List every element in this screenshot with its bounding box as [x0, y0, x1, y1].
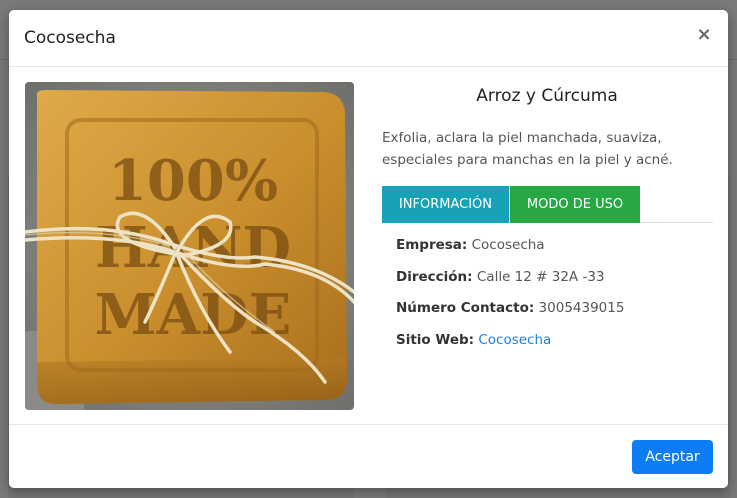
info-row-empresa: Empresa: Cocosecha: [396, 237, 716, 269]
modal-title: Cocosecha: [24, 28, 116, 48]
tab-informacion[interactable]: INFORMACIÓN: [382, 186, 509, 223]
product-name: Arroz y Cúrcuma: [476, 86, 618, 106]
svg-text:100%: 100%: [108, 148, 278, 214]
stamped-text: 100% HAND MADE: [95, 148, 292, 348]
direccion-label: Dirección:: [396, 268, 473, 285]
svg-text:HAND: HAND: [95, 215, 291, 281]
product-modal: Cocosecha × 100% HAND MADE Arroz y Cúrcu…: [9, 10, 728, 488]
modal-body: 100% HAND MADE Arroz y Cúrcuma Exfolia, …: [9, 67, 728, 425]
sitio-web-link[interactable]: Cocosecha: [478, 332, 551, 348]
modal-header: Cocosecha ×: [9, 10, 728, 67]
product-image: 100% HAND MADE: [25, 82, 354, 410]
sitio-web-label: Sitio Web:: [396, 331, 475, 348]
info-row-sitio-web: Sitio Web: Cocosecha: [396, 332, 716, 364]
direccion-value: Calle 12 # 32A -33: [476, 268, 605, 285]
empresa-value: Cocosecha: [471, 237, 545, 253]
info-row-contacto: Número Contacto: 3005439015: [396, 300, 716, 332]
tab-modo-de-uso[interactable]: MODO DE USO: [510, 186, 640, 223]
close-icon[interactable]: ×: [694, 24, 714, 46]
product-description: Exfolia, aclara la piel manchada, suaviz…: [382, 130, 673, 168]
accept-button[interactable]: Aceptar: [632, 440, 713, 474]
company-info-list: Empresa: Cocosecha Dirección: Calle 12 #…: [396, 237, 716, 363]
info-row-direccion: Dirección: Calle 12 # 32A -33: [396, 269, 716, 301]
modal-footer: Aceptar: [9, 424, 728, 488]
empresa-label: Empresa:: [396, 237, 468, 253]
soap-bar-photo: 100% HAND MADE: [25, 82, 354, 410]
contacto-value: 3005439015: [538, 300, 625, 316]
product-tabs: INFORMACIÓN MODO DE USO: [382, 186, 713, 223]
contacto-label: Número Contacto:: [396, 300, 535, 316]
